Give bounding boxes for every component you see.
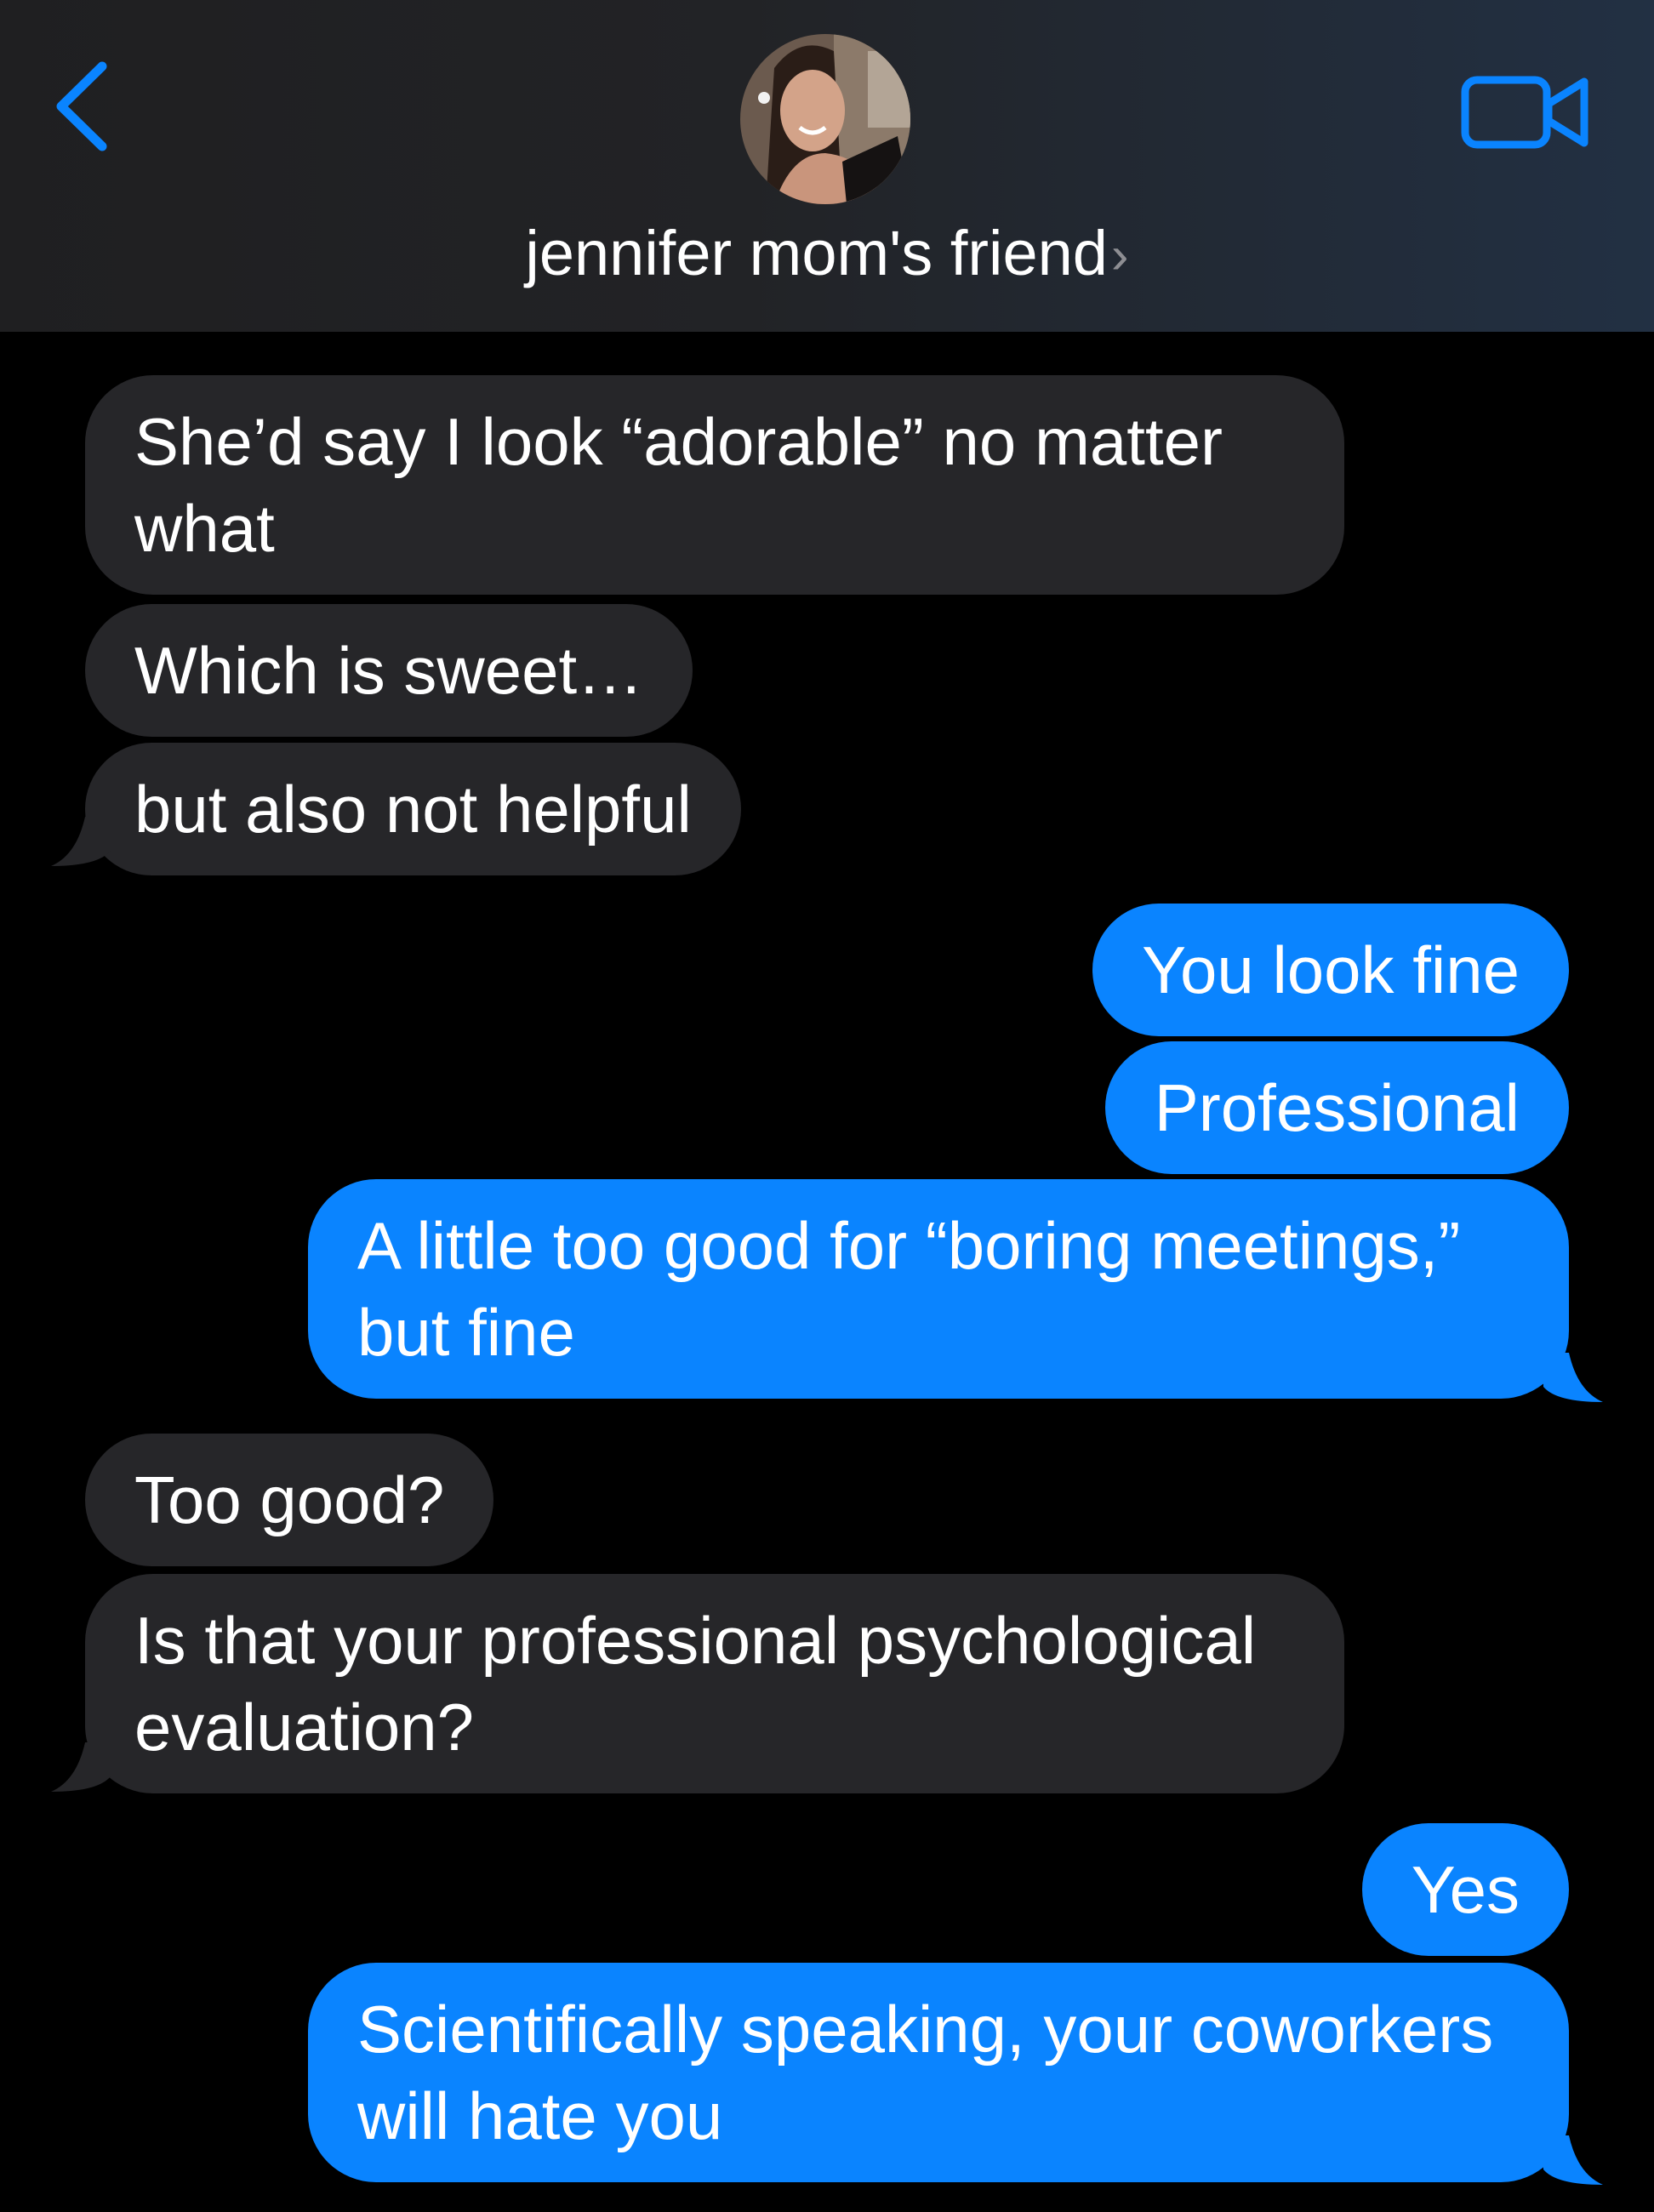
video-call-button[interactable] <box>1460 68 1591 157</box>
message-bubble-outgoing[interactable]: Professional <box>1104 1041 1569 1174</box>
message-bubble-outgoing[interactable]: Yes <box>1361 1823 1569 1956</box>
message-bubble-incoming[interactable]: Which is sweet… <box>85 604 693 737</box>
message-bubble-incoming[interactable]: Too good? <box>85 1434 494 1566</box>
message-bubble-incoming[interactable]: She’d say I look “adorable” no matter wh… <box>85 375 1344 595</box>
chevron-right-icon: › <box>1110 226 1129 285</box>
message-list[interactable]: She’d say I look “adorable” no matter wh… <box>0 332 1654 2212</box>
message-bubble-outgoing[interactable]: A little too good for “boring meetings,”… <box>308 1179 1569 1399</box>
chevron-left-icon <box>56 61 107 151</box>
back-button[interactable] <box>44 60 121 153</box>
contact-photo <box>740 34 910 204</box>
conversation-header: jennifer mom's friend› <box>0 0 1654 332</box>
message-bubble-outgoing[interactable]: You look fine <box>1092 904 1569 1036</box>
message-bubble-outgoing[interactable]: Scientifically speaking, your coworkers … <box>308 1963 1569 2182</box>
contact-name-button[interactable]: jennifer mom's friend› <box>0 211 1654 299</box>
avatar[interactable] <box>740 34 910 204</box>
message-bubble-incoming[interactable]: but also not helpful <box>85 743 741 875</box>
contact-name: jennifer mom's friend <box>525 218 1108 288</box>
video-camera-icon <box>1461 76 1588 149</box>
message-bubble-incoming[interactable]: Is that your professional psychological … <box>85 1574 1344 1793</box>
